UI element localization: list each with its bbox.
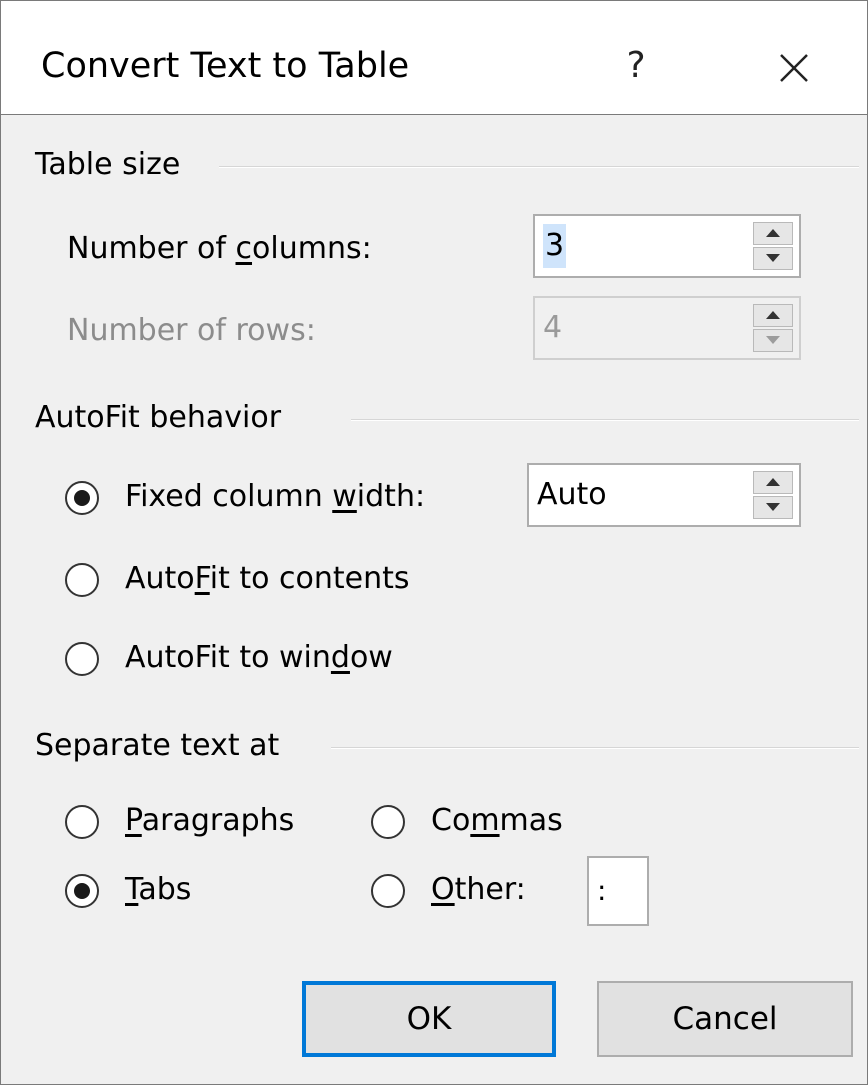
table-size-heading: Table size bbox=[35, 147, 181, 182]
help-button[interactable]: ? bbox=[613, 41, 659, 91]
tabs-label[interactable]: Tabs bbox=[125, 870, 191, 910]
autofit-contents-label[interactable]: AutoFit to contents bbox=[125, 559, 410, 599]
radio-selected-dot bbox=[74, 490, 90, 506]
dialog-title: Convert Text to Table bbox=[41, 46, 410, 86]
columns-decrement-button[interactable] bbox=[753, 247, 793, 270]
autofit-heading: AutoFit behavior bbox=[35, 400, 282, 435]
other-radio[interactable] bbox=[371, 874, 405, 908]
arrow-down-icon bbox=[766, 503, 780, 511]
commas-radio[interactable] bbox=[371, 805, 405, 839]
fixed-width-value[interactable]: Auto bbox=[537, 473, 607, 517]
close-button[interactable] bbox=[769, 43, 819, 93]
convert-text-to-table-dialog: Convert Text to Table ? Table size Numbe… bbox=[0, 0, 868, 1085]
commas-label[interactable]: Commas bbox=[431, 801, 563, 841]
paragraphs-label[interactable]: Paragraphs bbox=[125, 801, 294, 841]
rows-decrement-button bbox=[753, 329, 793, 352]
rows-increment-button bbox=[753, 304, 793, 327]
columns-spin-buttons bbox=[753, 222, 793, 270]
columns-increment-button[interactable] bbox=[753, 222, 793, 245]
autofit-divider bbox=[351, 419, 859, 421]
arrow-down-icon bbox=[766, 254, 780, 262]
arrow-down-icon bbox=[766, 336, 780, 344]
rows-spinner: 4 bbox=[533, 296, 801, 360]
paragraphs-radio[interactable] bbox=[65, 805, 99, 839]
autofit-window-radio[interactable] bbox=[65, 642, 99, 676]
columns-spinner[interactable]: 3 bbox=[533, 214, 801, 278]
fixed-width-increment-button[interactable] bbox=[753, 471, 793, 494]
table-size-divider bbox=[219, 166, 859, 168]
cancel-button[interactable]: Cancel bbox=[597, 981, 853, 1057]
other-label[interactable]: Other: bbox=[431, 870, 526, 910]
rows-label: Number of rows: bbox=[67, 313, 316, 348]
fixed-width-spin-buttons bbox=[753, 471, 793, 519]
fixed-width-decrement-button[interactable] bbox=[753, 496, 793, 519]
autofit-contents-radio[interactable] bbox=[65, 563, 99, 597]
fixed-width-spinner[interactable]: Auto bbox=[527, 463, 801, 527]
close-icon bbox=[780, 54, 808, 82]
fixed-column-width-label[interactable]: Fixed column width: bbox=[125, 477, 425, 517]
other-separator-input[interactable]: : bbox=[587, 856, 649, 926]
arrow-up-icon bbox=[766, 229, 780, 237]
columns-label: Number of columns: bbox=[67, 231, 372, 266]
arrow-up-icon bbox=[766, 311, 780, 319]
title-bar: Convert Text to Table ? bbox=[1, 1, 867, 115]
tabs-radio[interactable] bbox=[65, 874, 99, 908]
columns-value[interactable]: 3 bbox=[543, 224, 567, 268]
fixed-column-width-radio[interactable] bbox=[65, 481, 99, 515]
separate-text-divider bbox=[331, 747, 859, 749]
rows-spin-buttons bbox=[753, 304, 793, 352]
radio-selected-dot bbox=[74, 883, 90, 899]
autofit-window-label[interactable]: AutoFit to window bbox=[125, 638, 393, 678]
rows-value: 4 bbox=[543, 310, 563, 345]
separate-text-heading: Separate text at bbox=[35, 728, 280, 763]
arrow-up-icon bbox=[766, 478, 780, 486]
ok-button[interactable]: OK bbox=[302, 981, 556, 1057]
